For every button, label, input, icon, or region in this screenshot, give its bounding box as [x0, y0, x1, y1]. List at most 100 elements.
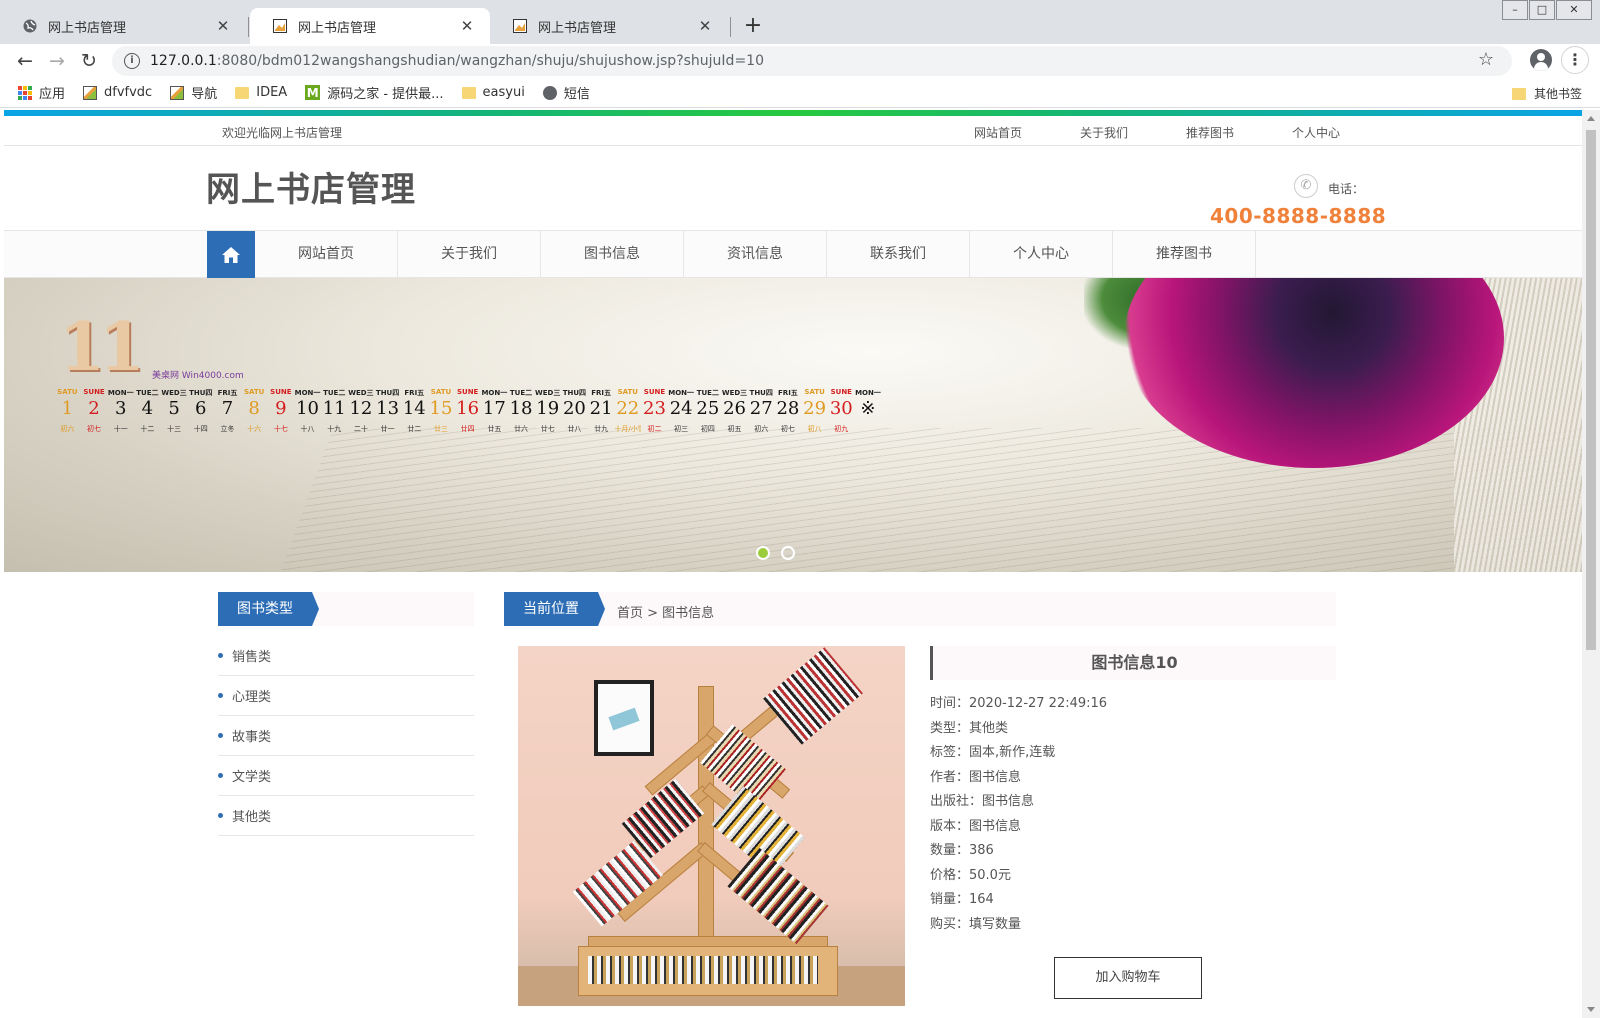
- category-item[interactable]: 销售类: [218, 636, 474, 676]
- calendar-day: 10: [296, 398, 319, 419]
- calendar-lunar: 廿六: [514, 425, 529, 433]
- book-field-quantity: 数量：386: [930, 843, 994, 858]
- calendar-day-row: 1 2 3 4 5 6 7 8 9 10 11 12 13 14 15 16 17 18 19 20 21 22 23 24 2…: [54, 398, 881, 419]
- calendar-day: 15: [429, 398, 453, 419]
- calendar-day: 1: [61, 398, 74, 419]
- calendar-weekday: SUNE: [643, 388, 666, 396]
- welcome-text: 欢迎光临网上书店管理: [222, 126, 343, 140]
- profile-avatar-icon[interactable]: [1530, 49, 1552, 71]
- category-item[interactable]: 其他类: [218, 796, 474, 836]
- nav-news[interactable]: 资讯信息: [684, 231, 827, 278]
- forward-arrow-icon[interactable]: →: [44, 48, 70, 74]
- books-cluster: [763, 647, 863, 745]
- tab-separator: [730, 17, 731, 37]
- calendar-lunar: 初二: [647, 425, 662, 433]
- minimize-button[interactable]: –: [1502, 0, 1528, 20]
- top-link-home[interactable]: 网站首页: [974, 124, 1080, 141]
- add-to-cart-button[interactable]: 加入购物车: [1054, 957, 1202, 999]
- calendar-weekday: SUNE: [83, 388, 105, 396]
- slider-dot[interactable]: [781, 546, 795, 560]
- reload-icon[interactable]: ↻: [76, 48, 102, 74]
- category-item[interactable]: 心理类: [218, 676, 474, 716]
- tab-close-icon[interactable]: ✕: [458, 17, 476, 35]
- book-title: 图书信息10: [930, 646, 1336, 680]
- nav-contact[interactable]: 联系我们: [827, 231, 970, 278]
- slider-dot[interactable]: [756, 546, 770, 560]
- image-icon: [170, 85, 185, 100]
- site-topbar: 欢迎光临网上书店管理 网站首页 关于我们 推荐图书 个人中心: [4, 116, 1582, 146]
- browser-menu-icon[interactable]: ⋮: [1561, 46, 1589, 74]
- browser-tab-3[interactable]: 网上书店管理 ✕: [490, 8, 728, 44]
- browser-toolbar: ← → ↻ i 127.0.0.1:8080/bdm012wangshangsh…: [0, 44, 1600, 78]
- address-bar[interactable]: i 127.0.0.1:8080/bdm012wangshangshudian/…: [112, 46, 1512, 76]
- book-field-buy[interactable]: 购买：填写数量: [930, 913, 1336, 938]
- sidebar-heading: 图书类型: [218, 592, 319, 626]
- globe-icon: [22, 18, 38, 34]
- browser-tab-2[interactable]: 网上书店管理 ✕: [250, 8, 490, 44]
- category-label: 文学类: [232, 770, 272, 785]
- calendar-lunar: 初八: [807, 425, 822, 433]
- site-title[interactable]: 网上书店管理: [206, 162, 416, 211]
- browser-tab-1[interactable]: 网上书店管理 ✕: [0, 8, 246, 44]
- nav-profile[interactable]: 个人中心: [970, 231, 1113, 278]
- site-info-icon[interactable]: i: [124, 53, 140, 69]
- scrollbar-thumb[interactable]: [1586, 130, 1596, 650]
- calendar-lunar: 廿七: [540, 425, 555, 433]
- breadcrumb-path[interactable]: 首页 > 图书信息: [617, 602, 714, 621]
- top-link-recommend[interactable]: 推荐图书: [1186, 124, 1292, 141]
- new-tab-button[interactable]: +: [740, 12, 766, 40]
- calendar-weekday: SUNE: [830, 388, 852, 396]
- bookmark-dfvfvdc[interactable]: dfvfvdc: [83, 85, 152, 100]
- calendar-day: 22: [616, 398, 640, 419]
- calendar-weekday: FRI五: [778, 389, 798, 397]
- book-detail-pane: 当前位置 首页 > 图书信息 图书信息10 时间：2020-12-27 22:4…: [504, 592, 1336, 1006]
- calendar-weekday: MON一: [294, 389, 321, 397]
- scroll-down-arrow-icon[interactable]: [1587, 1007, 1595, 1012]
- nav-about[interactable]: 关于我们: [398, 231, 541, 278]
- page-scrollbar[interactable]: [1582, 110, 1600, 1018]
- nav-recommend[interactable]: 推荐图书: [1113, 231, 1256, 278]
- calendar-weekday: WED三: [721, 389, 748, 397]
- category-item[interactable]: 文学类: [218, 756, 474, 796]
- scroll-up-arrow-icon[interactable]: [1587, 116, 1595, 121]
- category-label: 故事类: [232, 730, 272, 745]
- home-icon[interactable]: [207, 231, 255, 278]
- folder-icon: [235, 86, 250, 99]
- calendar-weekday: WED三: [348, 389, 374, 397]
- tab-close-icon[interactable]: ✕: [696, 17, 714, 35]
- breadcrumb: 当前位置 首页 > 图书信息: [504, 592, 1336, 626]
- category-item[interactable]: 故事类: [218, 716, 474, 756]
- calendar-weekday: THU四: [375, 389, 400, 397]
- other-bookmarks[interactable]: 其他书签: [1511, 85, 1582, 102]
- bookmark-nav[interactable]: 导航: [170, 83, 217, 102]
- calendar-day: 16: [456, 398, 480, 419]
- bullet-icon: [218, 813, 223, 818]
- maximize-button[interactable]: □: [1529, 0, 1555, 20]
- bookmark-apps[interactable]: 应用: [18, 83, 65, 102]
- bookmark-easyui[interactable]: easyui: [461, 85, 525, 100]
- close-window-button[interactable]: ✕: [1556, 0, 1592, 20]
- bookmark-star-icon[interactable]: ☆: [1478, 49, 1494, 70]
- book-field-time: 时间：2020-12-27 22:49:16: [930, 696, 1108, 711]
- calendar-lunar: 初六: [754, 425, 769, 433]
- nav-books[interactable]: 图书信息: [541, 231, 684, 278]
- calendar-day: 18: [509, 398, 533, 419]
- book-image: [518, 646, 905, 1006]
- bookmark-idea[interactable]: IDEA: [235, 85, 287, 100]
- calendar-day: 17: [482, 398, 506, 419]
- calendar-day: 30: [829, 398, 853, 419]
- calendar-weekday: SATU: [243, 388, 265, 396]
- top-link-about[interactable]: 关于我们: [1080, 124, 1186, 141]
- back-arrow-icon[interactable]: ←: [12, 48, 38, 74]
- tab-close-icon[interactable]: ✕: [214, 17, 232, 35]
- calendar-weekday: SATU: [804, 388, 825, 396]
- calendar-day: 23: [643, 398, 666, 419]
- calendar-lunar: 初九: [834, 425, 849, 433]
- bookmark-sms[interactable]: 短信: [542, 83, 590, 102]
- top-link-profile[interactable]: 个人中心: [1292, 124, 1398, 141]
- banner-slider[interactable]: 11 美桌网 Win4000.com SATU SUNE MON一 TUE二 WED三 T…: [4, 278, 1582, 572]
- book-field-tags: 标签：固本,新作,连载: [930, 745, 1056, 760]
- bookmark-yuanma[interactable]: M 源码之家 - 提供最...: [305, 83, 444, 102]
- nav-home[interactable]: 网站首页: [255, 231, 398, 278]
- calendar-day: 25: [696, 398, 720, 419]
